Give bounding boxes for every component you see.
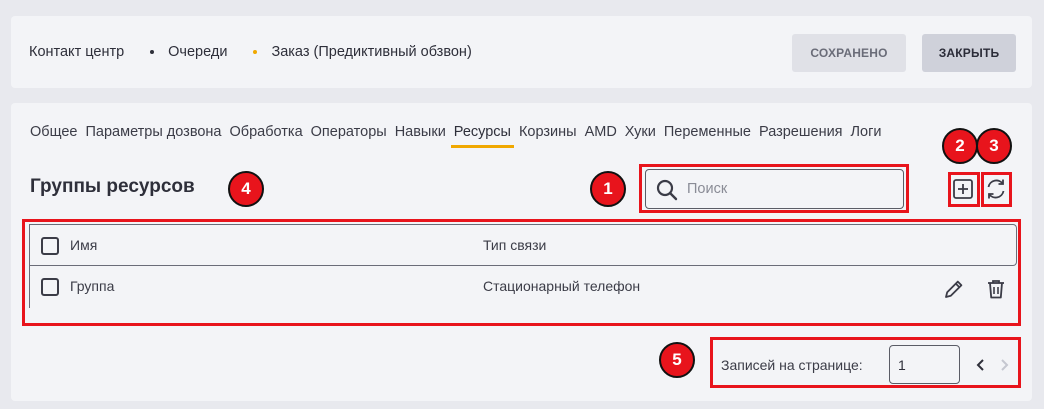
chevron-left-icon[interactable]: [973, 357, 989, 373]
highlight-add: [948, 172, 980, 207]
highlight-table: [22, 219, 1021, 326]
tab-logs[interactable]: Логи: [851, 124, 882, 148]
highlight-refresh: [981, 172, 1012, 207]
tab-amd[interactable]: AMD: [585, 124, 617, 148]
tab-hooks[interactable]: Хуки: [625, 124, 656, 148]
saved-button[interactable]: СОХРАНЕНО: [792, 34, 906, 72]
annotation-badge-3: 3: [976, 128, 1012, 164]
tab-general[interactable]: Общее: [30, 124, 77, 148]
breadcrumb: Контакт центр Очереди Заказ (Предиктивны…: [29, 44, 472, 60]
breadcrumb-item-queues[interactable]: Очереди: [168, 44, 227, 60]
tab-dial-params[interactable]: Параметры дозвона: [85, 124, 221, 148]
tab-permissions[interactable]: Разрешения: [759, 124, 843, 148]
tab-operators[interactable]: Операторы: [311, 124, 387, 148]
close-button[interactable]: ЗАКРЫТЬ: [922, 34, 1016, 72]
page-size-label: Записей на странице:: [721, 357, 863, 373]
annotation-badge-4: 4: [228, 171, 264, 207]
highlight-search: [639, 164, 909, 213]
breadcrumb-item-current: Заказ (Предиктивный обзвон): [271, 44, 472, 60]
chevron-right-icon[interactable]: [996, 357, 1012, 373]
tab-bar: Общее Параметры дозвона Обработка Операт…: [30, 124, 961, 148]
header-panel: Контакт центр Очереди Заказ (Предиктивны…: [11, 16, 1032, 88]
annotation-badge-5: 5: [659, 342, 695, 378]
tab-processing[interactable]: Обработка: [230, 124, 303, 148]
section-title: Группы ресурсов: [30, 176, 195, 197]
breadcrumb-separator-dot: [150, 50, 155, 54]
breadcrumb-separator-dot-accent: [253, 50, 258, 54]
annotation-badge-2: 2: [942, 128, 978, 164]
tab-baskets[interactable]: Корзины: [519, 124, 577, 148]
tab-resources[interactable]: Ресурсы: [450, 124, 515, 148]
breadcrumb-item-contact-center[interactable]: Контакт центр: [29, 44, 124, 60]
annotation-badge-1: 1: [590, 171, 626, 207]
tab-variables[interactable]: Переменные: [664, 124, 751, 148]
tab-skills[interactable]: Навыки: [395, 124, 446, 148]
page-size-input[interactable]: [889, 345, 960, 384]
main-panel: Общее Параметры дозвона Обработка Операт…: [11, 103, 1032, 401]
